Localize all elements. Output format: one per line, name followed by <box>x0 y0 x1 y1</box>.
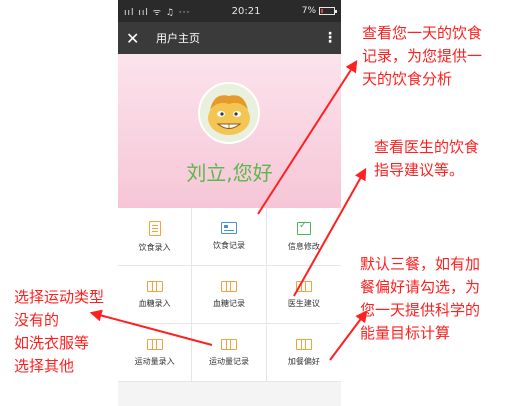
arrow-to-doctor <box>293 167 367 297</box>
annotation-line: 天的饮食分析 <box>362 70 453 88</box>
annotation-line: 如洗衣服等 <box>14 334 90 352</box>
annotation-record: 查看您一天的饮食 记录，为您提供一 天的饮食分析 <box>362 22 482 91</box>
annotation-meal: 默认三餐，如有加 餐偏好请勾选，为 您一天提供科学的 能量目标计算 <box>360 253 480 345</box>
annotation-line: 餐偏好请勾选，为 <box>360 278 481 296</box>
annotation-line: 能量目标计算 <box>360 324 451 342</box>
annotation-doctor: 查看医生的饮食 指导建议等。 <box>374 136 479 182</box>
annotation-line: 指导建议等。 <box>374 161 465 179</box>
arrow-to-exercise <box>89 309 213 346</box>
annotation-line: 选择运动类型 <box>14 288 105 306</box>
annotation-line: 查看医生的饮食 <box>374 138 480 156</box>
annotation-line: 默认三餐，如有加 <box>360 255 481 273</box>
annotation-line: 查看您一天的饮食 <box>362 24 483 42</box>
annotation-line: 选择其他 <box>14 357 75 375</box>
annotation-exercise: 选择运动类型 没有的 如洗衣服等 选择其他 <box>14 286 104 378</box>
annotation-line: 您一天提供科学的 <box>360 301 481 319</box>
arrow-to-record <box>257 59 358 215</box>
annotation-line: 没有的 <box>14 311 60 329</box>
annotation-line: 记录，为您提供一 <box>362 47 483 65</box>
